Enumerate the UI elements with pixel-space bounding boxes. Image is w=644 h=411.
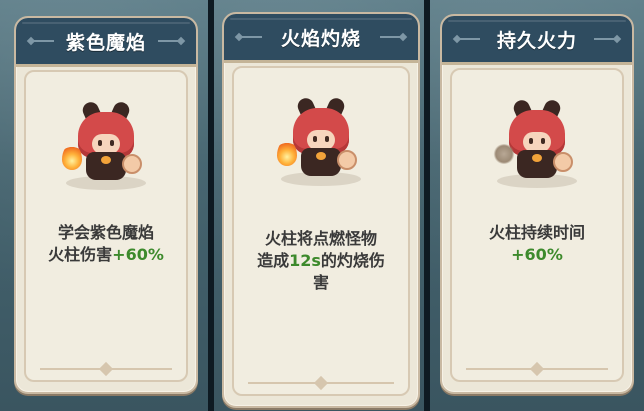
- header-ornament-right: [380, 32, 408, 42]
- hero-fist: [122, 154, 142, 174]
- card-footer-ornament: [466, 361, 608, 377]
- hero-portrait: [58, 96, 154, 192]
- skill-card-flame-burn[interactable]: 火焰灼烧 火柱将点燃怪物 造成12s的灼烧伤 害: [222, 12, 420, 408]
- hero-eye: [110, 140, 114, 146]
- card-header: 火焰灼烧: [224, 14, 418, 63]
- hero-eye: [541, 138, 545, 144]
- hero-face: [523, 132, 551, 152]
- hero-eye: [98, 140, 102, 146]
- desc-line-1: 火柱将点燃怪物: [264, 229, 377, 248]
- desc-line-2: 造成12s的灼烧伤: [244, 250, 398, 272]
- card-body: 火柱将点燃怪物 造成12s的灼烧伤 害: [232, 66, 410, 396]
- desc-highlight-value: 12s: [289, 251, 321, 270]
- panel-divider: [208, 0, 214, 411]
- hero-face: [92, 134, 120, 154]
- fire-icon: [277, 140, 297, 166]
- desc-highlight-value: +60%: [511, 245, 563, 264]
- card-footer-ornament: [248, 375, 394, 391]
- smoke-icon: [493, 144, 515, 164]
- hero-body: [86, 152, 126, 180]
- desc-text: 的灼烧伤: [320, 251, 385, 270]
- hero-eye: [325, 136, 329, 142]
- hero-portrait: [273, 92, 369, 188]
- hero-fist: [337, 150, 357, 170]
- fire-icon: [62, 144, 82, 170]
- skill-description: 火柱将点燃怪物 造成12s的灼烧伤 害: [244, 228, 398, 294]
- desc-line-1: 火柱持续时间: [488, 223, 585, 242]
- skill-card-lasting-firepower[interactable]: 持久火力 火柱持续时间 +60%: [440, 14, 634, 394]
- card-footer-ornament: [40, 361, 172, 377]
- hero-eye: [313, 136, 317, 142]
- card-body: 火柱持续时间 +60%: [450, 68, 624, 382]
- header-ornament-right: [158, 36, 186, 46]
- hero-body: [517, 150, 557, 178]
- desc-line-2: 火柱伤害+60%: [36, 244, 176, 266]
- skill-description: 学会紫色魔焰 火柱伤害+60%: [36, 222, 176, 266]
- card-header: 紫色魔焰: [16, 18, 196, 67]
- card-body: 学会紫色魔焰 火柱伤害+60%: [24, 70, 188, 382]
- skill-card-purple-flame[interactable]: 紫色魔焰 学会紫色魔焰 火柱伤害+60%: [14, 16, 198, 394]
- desc-line-3: 害: [312, 273, 329, 292]
- desc-text: 造成: [257, 251, 290, 270]
- hero-fist: [553, 152, 573, 172]
- panel-divider: [424, 0, 430, 411]
- hero-face: [307, 130, 335, 150]
- skill-description: 火柱持续时间 +60%: [462, 222, 612, 266]
- desc-line-1: 学会紫色魔焰: [57, 223, 154, 242]
- card-header: 持久火力: [442, 16, 632, 65]
- hero-body: [301, 148, 341, 176]
- desc-highlight-value: +60%: [112, 245, 164, 264]
- hero-eye: [529, 138, 533, 144]
- desc-text: 火柱伤害: [48, 245, 113, 264]
- hero-portrait: [489, 94, 585, 190]
- header-ornament-right: [594, 34, 622, 44]
